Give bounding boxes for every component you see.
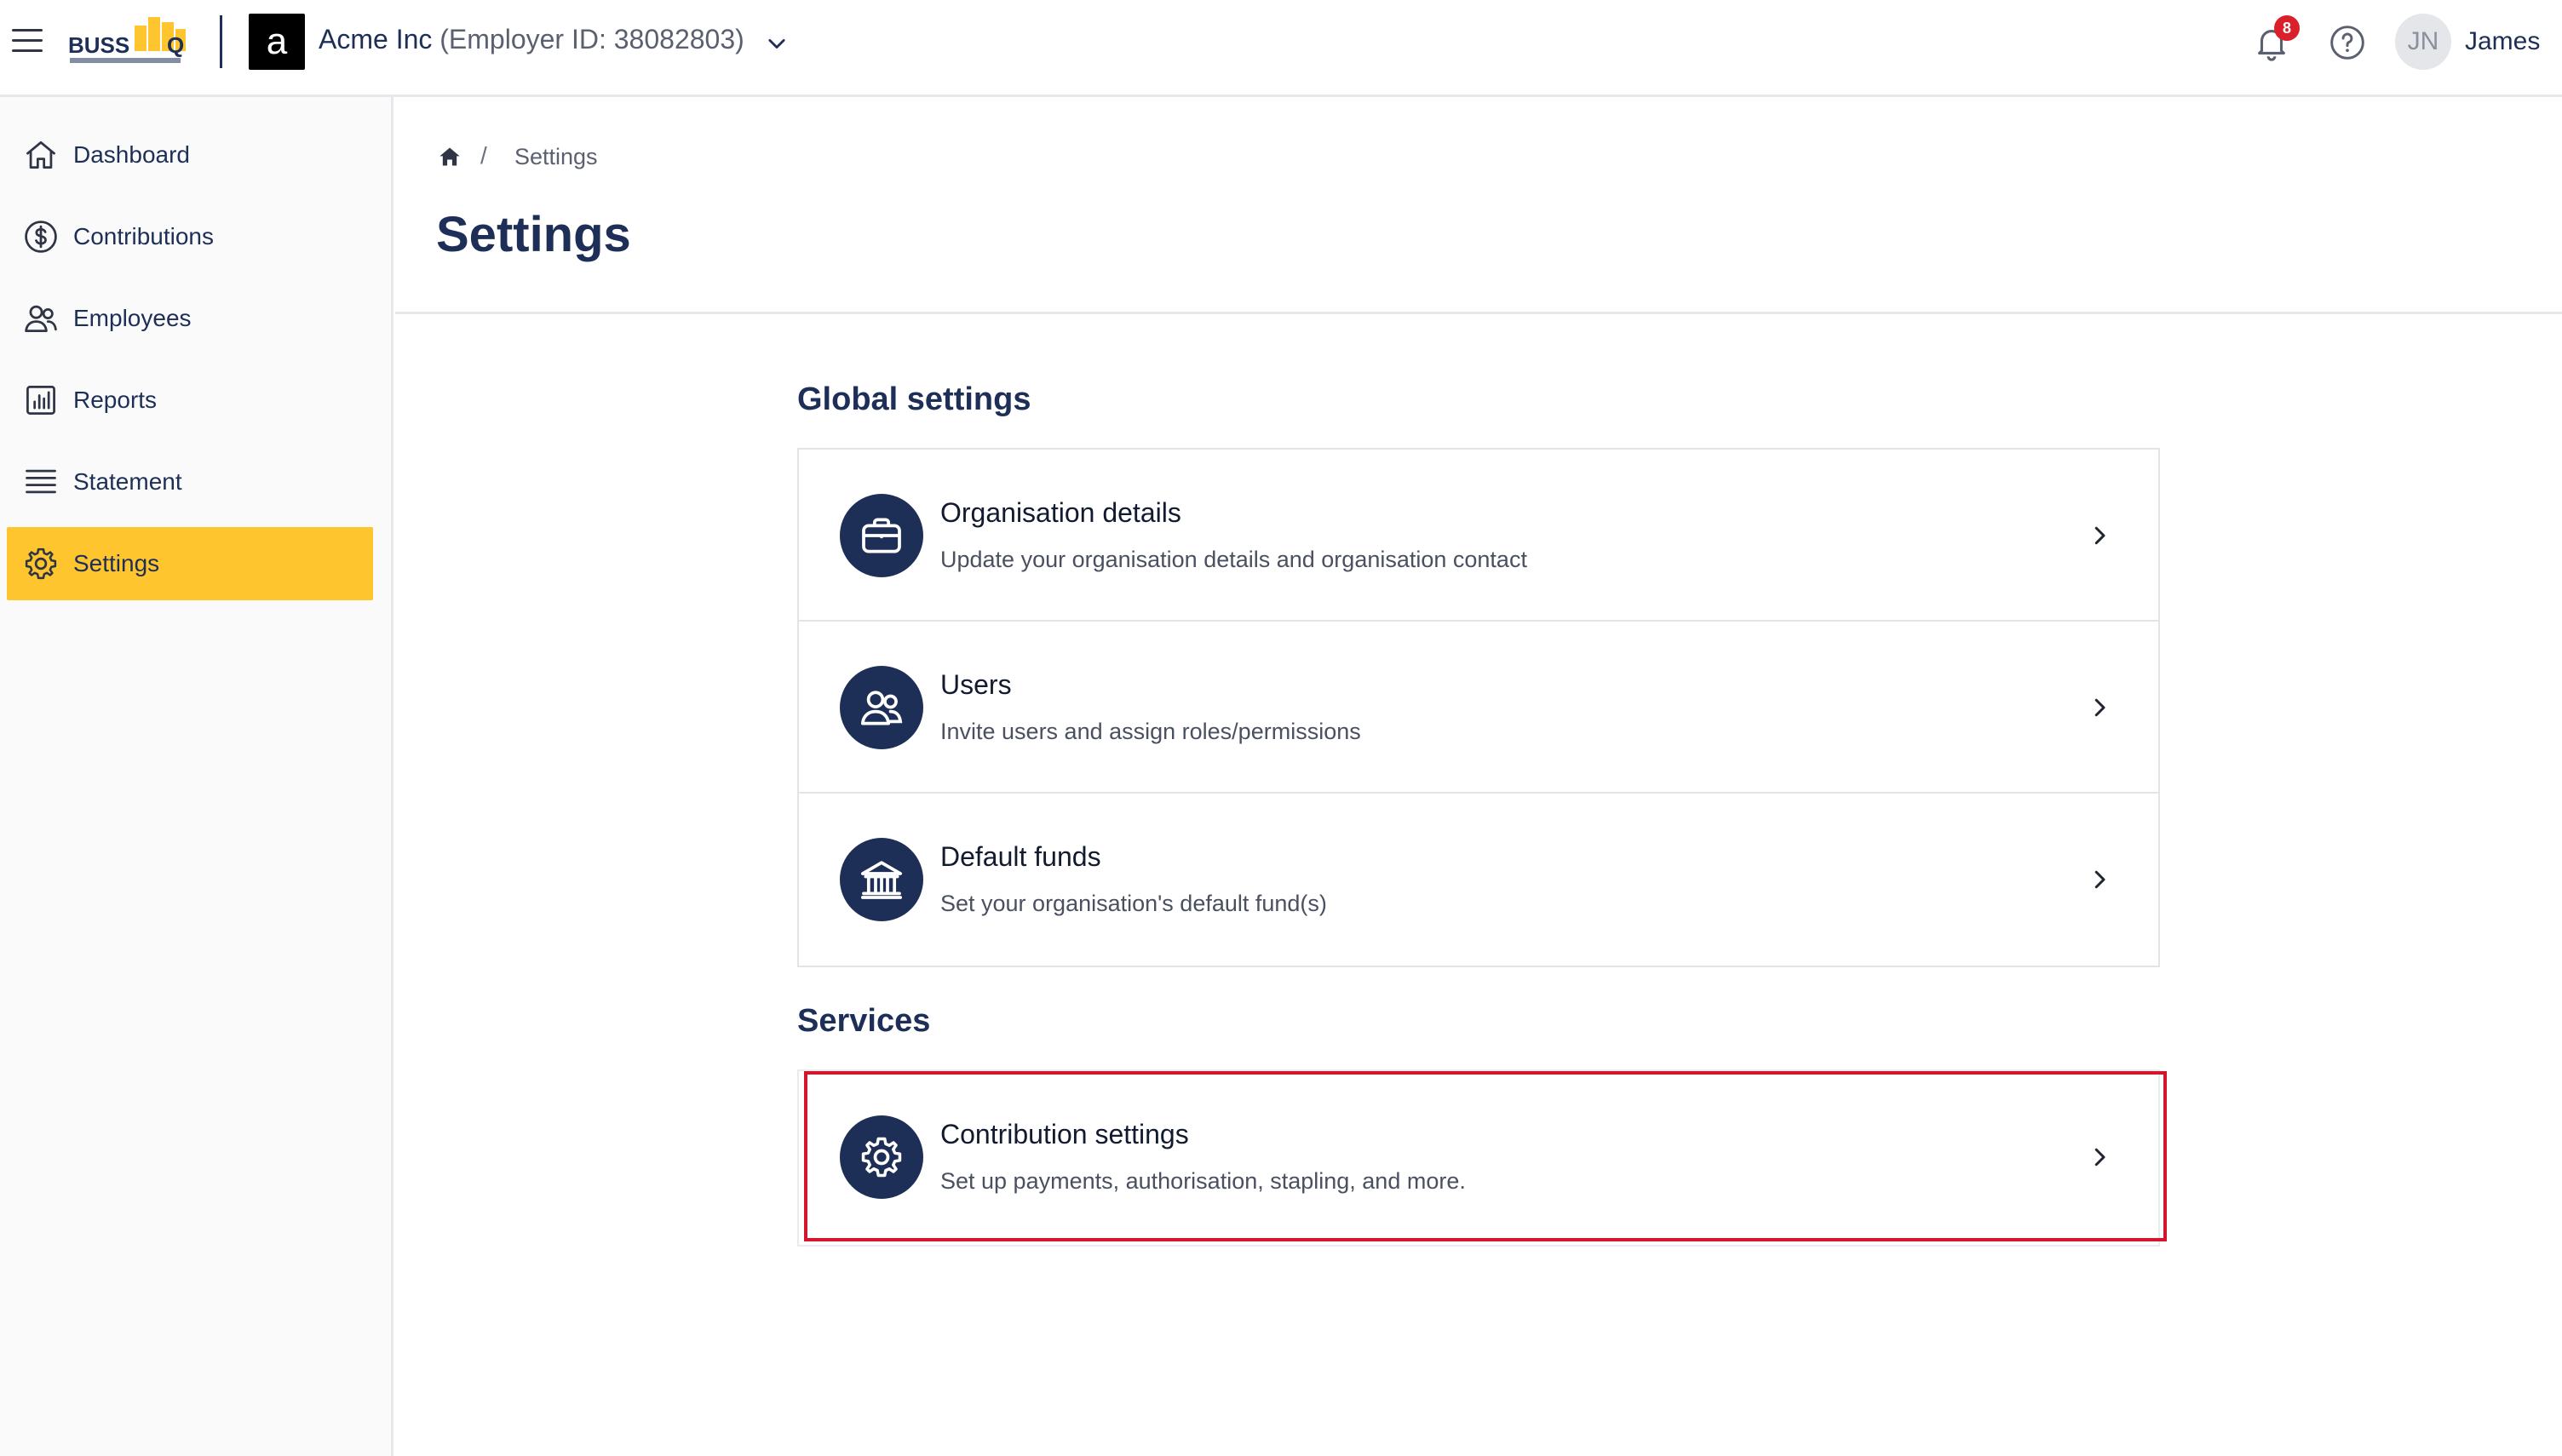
page-title: Settings — [436, 207, 631, 262]
sidebar-item-label: Employees — [73, 305, 192, 331]
chevron-right-icon — [2094, 870, 2105, 889]
breadcrumb-separator: / — [480, 142, 487, 169]
sidebar-item-label: Settings — [73, 550, 160, 576]
employer-id: (Employer ID: 38082803) — [439, 24, 744, 54]
user-name[interactable]: James — [2465, 27, 2540, 56]
menu-icon[interactable] — [12, 29, 43, 54]
section-title-services: Services — [797, 1003, 931, 1039]
breadcrumb-current: Settings — [514, 144, 598, 169]
row-title: Default funds — [940, 841, 1101, 872]
global-settings-card: Organisation details Update your organis… — [797, 448, 2160, 967]
sidebar-item-settings[interactable]: Settings — [7, 527, 373, 600]
org-switcher[interactable]: Acme Inc (Employer ID: 38082803) — [319, 24, 744, 55]
gear-icon — [25, 547, 57, 580]
sidebar-item-employees[interactable]: Employees — [7, 282, 373, 355]
sidebar-item-label: Dashboard — [73, 141, 190, 168]
dollar-circle-icon — [25, 221, 57, 253]
svg-text:BUSS: BUSS — [68, 32, 129, 58]
buss-q-logo[interactable]: BUSS Q — [66, 14, 194, 70]
sidebar-item-contributions[interactable]: Contributions — [7, 200, 373, 273]
home-icon — [26, 140, 55, 169]
org-name: Acme Inc — [319, 24, 433, 54]
org-avatar: a — [249, 14, 305, 70]
row-description: Update your organisation details and org… — [940, 547, 1527, 572]
row-title: Organisation details — [940, 497, 1181, 528]
svg-text:Q: Q — [167, 32, 184, 58]
gear-icon — [840, 1115, 923, 1199]
chevron-down-icon[interactable] — [765, 32, 789, 56]
row-description: Invite users and assign roles/permission… — [940, 719, 1361, 744]
top-bar: BUSS Q a Acme Inc (Employer ID: 38082803… — [0, 0, 2562, 97]
sidebar-item-label: Statement — [73, 468, 182, 495]
services-card: Contribution settings Set up payments, a… — [797, 1069, 2160, 1247]
help-icon[interactable] — [2329, 24, 2366, 61]
sidebar-item-dashboard[interactable]: Dashboard — [7, 118, 373, 192]
settings-row-default-funds[interactable]: Default funds Set your organisation's de… — [799, 794, 2158, 966]
chevron-right-icon — [2094, 698, 2105, 717]
notification-badge: 8 — [2274, 15, 2300, 41]
report-chart-icon — [26, 386, 55, 415]
sidebar-item-reports[interactable]: Reports — [7, 364, 373, 437]
chevron-right-icon — [2094, 1148, 2105, 1167]
settings-row-contribution-settings[interactable]: Contribution settings Set up payments, a… — [799, 1071, 2158, 1245]
row-title: Contribution settings — [940, 1119, 1189, 1149]
row-description: Set up payments, authorisation, stapling… — [940, 1168, 1466, 1194]
sidebar-item-statement[interactable]: Statement — [7, 445, 373, 519]
row-title: Users — [940, 669, 1012, 700]
home-icon[interactable] — [438, 145, 462, 169]
header-divider — [395, 312, 2562, 314]
avatar[interactable]: JN — [2395, 14, 2451, 70]
chevron-right-icon — [2094, 526, 2105, 545]
row-description: Set your organisation's default fund(s) — [940, 891, 1327, 916]
briefcase-icon — [840, 494, 923, 577]
users-icon — [840, 666, 923, 749]
settings-row-users[interactable]: Users Invite users and assign roles/perm… — [799, 622, 2158, 794]
statement-list-icon — [26, 469, 56, 494]
users-icon — [25, 305, 57, 333]
sidebar-item-label: Reports — [73, 387, 158, 413]
sidebar-item-label: Contributions — [73, 223, 214, 249]
section-title-global-settings: Global settings — [797, 381, 1031, 417]
bank-icon — [840, 838, 923, 921]
settings-row-organisation-details[interactable]: Organisation details Update your organis… — [799, 450, 2158, 622]
logo-divider — [220, 15, 222, 68]
